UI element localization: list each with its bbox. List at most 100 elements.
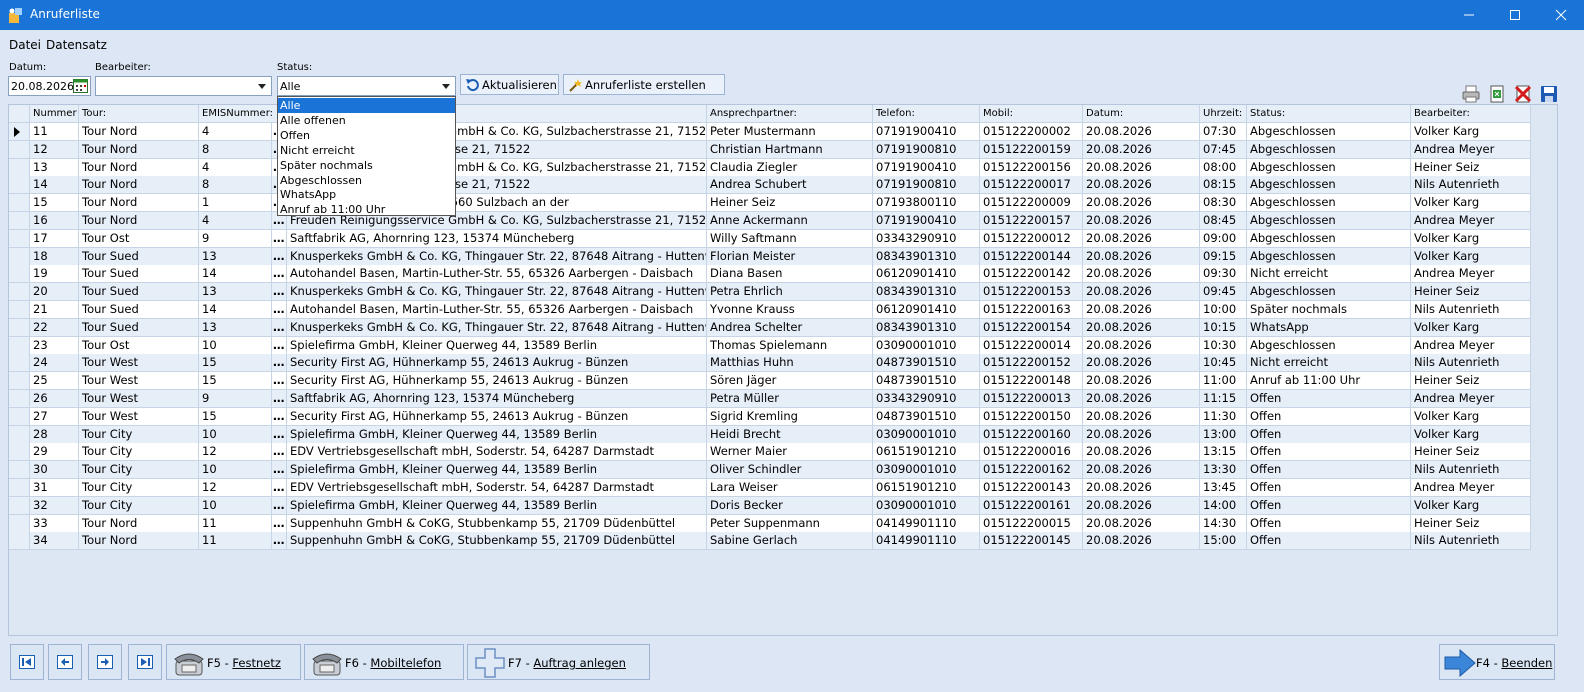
table-row[interactable]: 30 Tour City 10… Spielefirma GmbH, Kleiner … xyxy=(9,461,1533,480)
cell-tour[interactable]: Tour Nord xyxy=(79,176,199,195)
cell-nummer[interactable]: 13 xyxy=(30,158,79,177)
save-icon[interactable] xyxy=(1540,85,1558,103)
cell-ansprechpartner[interactable]: Petra Müller xyxy=(707,390,873,408)
cell-datum[interactable]: 20.08.2026 xyxy=(1083,301,1200,319)
export-icon[interactable] xyxy=(1488,85,1506,103)
cell-telefon[interactable]: 06151901210 xyxy=(873,479,980,497)
cell-firma[interactable]: Autohandel Basen, Martin-Luther-Str. 55,… xyxy=(287,265,707,284)
cell-status[interactable]: Später nochmals xyxy=(1247,301,1411,319)
row-indicator[interactable] xyxy=(9,407,30,426)
cell-tour[interactable]: Tour Sued xyxy=(79,265,199,284)
cell-tour[interactable]: Tour Nord xyxy=(79,194,199,213)
cell-emis[interactable]: 9 xyxy=(199,390,272,408)
cell-ansprechpartner[interactable]: Matthias Huhn xyxy=(707,354,873,373)
delete-icon[interactable] xyxy=(1514,85,1532,103)
row-indicator[interactable] xyxy=(9,354,30,373)
prev-record-button[interactable] xyxy=(48,644,82,680)
cell-uhrzeit[interactable]: 09:15 xyxy=(1200,247,1247,266)
datum-field[interactable]: 20.08.2026 xyxy=(8,76,91,96)
cell-tour[interactable]: Tour Nord xyxy=(79,158,199,177)
cell-bearbeiter[interactable]: Volker Karg xyxy=(1411,229,1531,248)
cell-bearbeiter[interactable]: Nils Autenrieth xyxy=(1411,461,1531,480)
table-row[interactable]: 23 Tour Ost 10… Spielefirma GmbH, Kleiner Q… xyxy=(9,336,1533,355)
cell-emis[interactable]: 4 xyxy=(199,158,272,177)
column-header[interactable]: Tour: xyxy=(79,105,199,123)
cell-mobil[interactable]: 015122200015 xyxy=(980,514,1083,533)
cell-mobil[interactable]: 015122200142 xyxy=(980,265,1083,284)
calendar-icon[interactable] xyxy=(73,79,88,93)
table-row[interactable]: 15Tour Nord1…GmbH, Dorotheenweg 1, 71560… xyxy=(9,194,1533,213)
cell-nummer[interactable]: 12 xyxy=(30,140,79,159)
cell-emis[interactable]: 10 xyxy=(199,461,272,480)
cell-telefon[interactable]: 07193800110 xyxy=(873,194,980,213)
status-dropdown-list[interactable]: Alle Alle offenen Offen Nicht erreicht Späte… xyxy=(277,96,456,216)
column-header[interactable]: Ansprechpartner: xyxy=(707,105,873,123)
row-indicator[interactable] xyxy=(9,443,30,462)
cell-mobil[interactable]: 015122200143 xyxy=(980,479,1083,497)
cell-emis[interactable]: 13 xyxy=(199,283,272,302)
cell-uhrzeit[interactable]: 10:45 xyxy=(1200,354,1247,373)
table-row[interactable]: 28 Tour City 10… Spielefirma GmbH, Kleiner … xyxy=(9,425,1533,444)
table-row[interactable]: 20 Tour Sued 13… Knusperkeks GmbH & Co. KG,… xyxy=(9,283,1533,302)
cell-bearbeiter[interactable]: Volker Karg xyxy=(1411,247,1531,266)
cell-mobil[interactable]: 015122200157 xyxy=(980,212,1083,230)
cell-bearbeiter[interactable]: Heiner Seiz xyxy=(1411,443,1531,462)
bearbeiter-select[interactable] xyxy=(95,76,272,96)
cell-status[interactable]: Offen xyxy=(1247,443,1411,462)
cell-status[interactable]: Abgeschlossen xyxy=(1247,140,1411,159)
cell-firma[interactable]: Saftfabrik AG, Ahornring 123, 15374 Münc… xyxy=(287,229,707,248)
cell-status[interactable]: Abgeschlossen xyxy=(1247,123,1411,141)
table-row[interactable]: 25 Tour West 15… Security First AG, Hühnerk… xyxy=(9,372,1533,391)
row-indicator[interactable] xyxy=(9,318,30,337)
column-header[interactable]: EMISNummer: xyxy=(199,105,287,123)
cell-uhrzeit[interactable]: 10:00 xyxy=(1200,301,1247,319)
cell-uhrzeit[interactable]: 13:30 xyxy=(1200,461,1247,480)
table-row[interactable]: 22 Tour Sued 13… Knusperkeks GmbH & Co. KG,… xyxy=(9,318,1533,337)
cell-telefon[interactable]: 07191900810 xyxy=(873,140,980,159)
menu-datensatz[interactable]: Datensatz xyxy=(46,38,107,52)
table-row[interactable]: 11Tour Nord4…Freuden Reinigungsservice G… xyxy=(9,123,1533,141)
cell-status[interactable]: Abgeschlossen xyxy=(1247,283,1411,302)
cell-mobil[interactable]: 015122200150 xyxy=(980,407,1083,426)
status-option[interactable]: Alle offenen xyxy=(278,113,455,128)
cell-bearbeiter[interactable]: Andrea Meyer xyxy=(1411,336,1531,355)
cell-ansprechpartner[interactable]: Anne Ackermann xyxy=(707,212,873,230)
cell-emis[interactable]: 11 xyxy=(199,514,272,533)
status-option[interactable]: Nicht erreicht xyxy=(278,143,455,158)
cell-telefon[interactable]: 07191900810 xyxy=(873,176,980,195)
cell-more-button[interactable]: … xyxy=(272,443,287,462)
cell-status[interactable]: Offen xyxy=(1247,407,1411,426)
cell-telefon[interactable]: 03090001010 xyxy=(873,461,980,480)
cell-firma[interactable]: Spielefirma GmbH, Kleiner Querweg 44, 13… xyxy=(287,461,707,480)
cell-uhrzeit[interactable]: 13:00 xyxy=(1200,425,1247,444)
cell-firma[interactable]: Suppenhuhn GmbH & CoKG, Stubbenkamp 55, … xyxy=(287,514,707,533)
row-indicator[interactable] xyxy=(9,140,30,159)
cell-datum[interactable]: 20.08.2026 xyxy=(1083,176,1200,195)
row-indicator[interactable] xyxy=(9,283,30,302)
cell-mobil[interactable]: 015122200017 xyxy=(980,176,1083,195)
cell-telefon[interactable]: 03090001010 xyxy=(873,336,980,355)
cell-emis[interactable]: 14 xyxy=(199,265,272,284)
cell-telefon[interactable]: 06120901410 xyxy=(873,265,980,284)
cell-ansprechpartner[interactable]: Sigrid Kremling xyxy=(707,407,873,426)
cell-datum[interactable]: 20.08.2026 xyxy=(1083,354,1200,373)
cell-more-button[interactable]: … xyxy=(272,479,287,497)
cell-nummer[interactable]: 32 xyxy=(30,496,79,515)
cell-emis[interactable]: 13 xyxy=(199,318,272,337)
cell-ansprechpartner[interactable]: Oliver Schindler xyxy=(707,461,873,480)
cell-uhrzeit[interactable]: 07:30 xyxy=(1200,123,1247,141)
table-row[interactable]: 14Tour Nord8…Autohandel, Sulzbacherstras… xyxy=(9,176,1533,195)
cell-bearbeiter[interactable]: Nils Autenrieth xyxy=(1411,301,1531,319)
cell-uhrzeit[interactable]: 14:00 xyxy=(1200,496,1247,515)
cell-telefon[interactable]: 07191900410 xyxy=(873,123,980,141)
cell-bearbeiter[interactable]: Heiner Seiz xyxy=(1411,372,1531,391)
cell-more-button[interactable]: … xyxy=(272,354,287,373)
row-indicator[interactable] xyxy=(9,123,30,141)
cell-uhrzeit[interactable]: 10:15 xyxy=(1200,318,1247,337)
cell-uhrzeit[interactable]: 11:00 xyxy=(1200,372,1247,391)
cell-nummer[interactable]: 14 xyxy=(30,176,79,195)
cell-ansprechpartner[interactable]: Thomas Spielemann xyxy=(707,336,873,355)
cell-nummer[interactable]: 28 xyxy=(30,425,79,444)
cell-nummer[interactable]: 22 xyxy=(30,318,79,337)
table-row[interactable]: 21 Tour Sued 14… Autohandel Basen, Martin-L… xyxy=(9,301,1533,319)
